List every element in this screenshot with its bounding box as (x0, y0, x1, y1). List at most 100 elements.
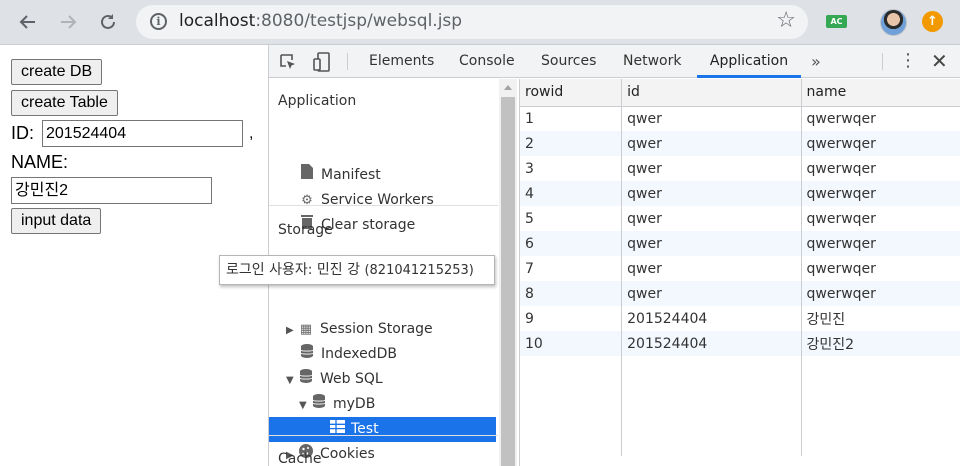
table-cell[interactable]: qwer (621, 206, 802, 231)
scrollbar-thumb[interactable] (501, 97, 515, 466)
table-cell[interactable]: 9 (520, 306, 623, 331)
extension-ac-icon[interactable]: AC (826, 15, 847, 28)
section-application-title: Application (278, 93, 357, 109)
table-cell[interactable]: qwerwqer (801, 231, 960, 256)
close-icon[interactable]: ✕ (931, 49, 948, 73)
sidebar-item-websql[interactable]: ▼ Web SQL (286, 367, 383, 392)
table-cell[interactable]: 2 (520, 131, 623, 156)
table-row[interactable]: 2 qwer qwerwqer (520, 131, 960, 156)
table-row[interactable]: 4 qwer qwerwqer (520, 181, 960, 206)
table-cell[interactable]: qwer (621, 281, 802, 306)
column-header-rowid[interactable]: rowid (520, 79, 623, 107)
update-icon[interactable]: ↑ (922, 11, 943, 32)
table-cell[interactable]: qwerwqer (801, 131, 960, 156)
id-label: ID: (11, 123, 35, 143)
sidebar-item-label: IndexedDB (321, 346, 397, 362)
sidebar-item-test[interactable]: Test (269, 417, 496, 442)
section-divider (269, 435, 498, 436)
table-cell[interactable]: 7 (520, 256, 623, 281)
tab-elements[interactable]: Elements (369, 45, 434, 78)
sidebar-item-session-storage[interactable]: ▶ ▦ Session Storage (286, 317, 433, 342)
kebab-menu-icon[interactable]: ⋮ (899, 51, 917, 71)
forward-arrow-icon[interactable] (54, 8, 82, 36)
table-cell[interactable]: 5 (520, 206, 623, 231)
table-cell[interactable]: 1 (520, 106, 623, 131)
reload-icon[interactable] (94, 8, 122, 36)
table-cell[interactable]: qwerwqer (801, 181, 960, 206)
table-row[interactable]: 6 qwer qwerwqer (520, 231, 960, 256)
column-header-id[interactable]: id (621, 79, 802, 107)
table-cell[interactable]: 강민진2 (801, 331, 960, 356)
sidebar-scrollbar[interactable] (499, 79, 517, 466)
empty-cell (520, 406, 623, 431)
back-arrow-icon[interactable] (14, 8, 42, 36)
comma-text: , (249, 125, 254, 142)
table-row[interactable]: 9 201524404 강민진 (520, 306, 960, 331)
gear-icon: ⚙ (301, 193, 313, 208)
sidebar-item-indexeddb[interactable]: IndexedDB (299, 342, 397, 367)
sidebar-item-label: myDB (333, 396, 376, 412)
table-cell[interactable]: 4 (520, 181, 623, 206)
table-cell[interactable]: 3 (520, 156, 623, 181)
url-text[interactable]: localhost:8080/testjsp/websql.jsp (179, 11, 462, 31)
tab-application[interactable]: Application (697, 45, 801, 78)
websql-table: rowid id name 1 qwer qwerwqer 2 qwer qwerwqer… (520, 79, 960, 456)
avatar[interactable] (880, 9, 907, 36)
table-row[interactable]: 5 qwer qwerwqer (520, 206, 960, 231)
info-icon[interactable]: i (150, 13, 167, 30)
table-row[interactable]: 7 qwer qwerwqer (520, 256, 960, 281)
tab-sources[interactable]: Sources (541, 45, 596, 78)
empty-cell (621, 431, 802, 456)
table-row[interactable]: 8 qwer qwerwqer (520, 281, 960, 306)
table-icon (329, 417, 345, 442)
tab-network[interactable]: Network (623, 45, 681, 78)
address-bar[interactable]: i localhost:8080/testjsp/websql.jsp ☆ (136, 5, 808, 39)
table-row[interactable]: 3 qwer qwerwqer (520, 156, 960, 181)
collapse-arrow-icon[interactable]: ▼ (286, 368, 298, 393)
name-input[interactable]: 강민진2 (11, 177, 212, 204)
tooltip-text: 로그인 사용자: 민진 강 (226, 262, 360, 278)
table-cell[interactable]: qwer (621, 181, 802, 206)
inspect-element-icon[interactable] (279, 53, 297, 71)
table-cell[interactable]: qwer (621, 156, 802, 181)
table-cell[interactable]: qwer (621, 256, 802, 281)
table-header-row: rowid id name (520, 79, 960, 107)
input-data-button[interactable]: input data (11, 208, 102, 234)
grid-icon: ▦ (299, 322, 313, 337)
bookmark-star-icon[interactable]: ☆ (776, 8, 796, 33)
table-cell[interactable]: qwerwqer (801, 281, 960, 306)
database-icon (299, 342, 315, 367)
table-cell[interactable]: 8 (520, 281, 623, 306)
scroll-up-arrow-icon[interactable] (504, 85, 512, 90)
table-cell[interactable]: qwerwqer (801, 156, 960, 181)
collapse-arrow-icon[interactable]: ▼ (299, 393, 311, 418)
table-row[interactable]: 1 qwer qwerwqer (520, 106, 960, 131)
table-cell[interactable]: 10 (520, 331, 623, 356)
sidebar-item-service-workers[interactable]: ⚙ Service Workers (299, 188, 434, 213)
sidebar-item-mydb[interactable]: ▼ myDB (299, 392, 375, 417)
table-cell[interactable]: 강민진 (801, 306, 960, 331)
table-cell[interactable]: qwerwqer (801, 106, 960, 131)
expand-arrow-icon[interactable]: ▶ (286, 318, 298, 343)
active-tab-indicator (697, 75, 801, 78)
table-cell[interactable]: qwer (621, 106, 802, 131)
column-header-name[interactable]: name (801, 79, 960, 107)
table-cell[interactable]: qwer (621, 231, 802, 256)
file-icon (299, 163, 315, 188)
table-cell[interactable]: 201524404 (621, 331, 802, 356)
table-cell[interactable]: qwerwqer (801, 206, 960, 231)
create-db-button[interactable]: create DB (11, 59, 103, 85)
create-table-button[interactable]: create Table (11, 90, 118, 116)
more-tabs-icon[interactable]: » (811, 45, 821, 78)
sidebar-item-label: Cookies (320, 446, 375, 462)
id-input[interactable]: 201524404 (42, 120, 243, 147)
table-cell[interactable]: 201524404 (621, 306, 802, 331)
table-cell[interactable]: qwerwqer (801, 256, 960, 281)
empty-cell (621, 356, 802, 381)
table-cell[interactable]: 6 (520, 231, 623, 256)
table-row[interactable]: 10 201524404 강민진2 (520, 331, 960, 356)
device-toolbar-icon[interactable] (313, 52, 331, 72)
table-cell[interactable]: qwer (621, 131, 802, 156)
sidebar-item-manifest[interactable]: Manifest (299, 163, 381, 188)
tab-console[interactable]: Console (459, 45, 515, 78)
